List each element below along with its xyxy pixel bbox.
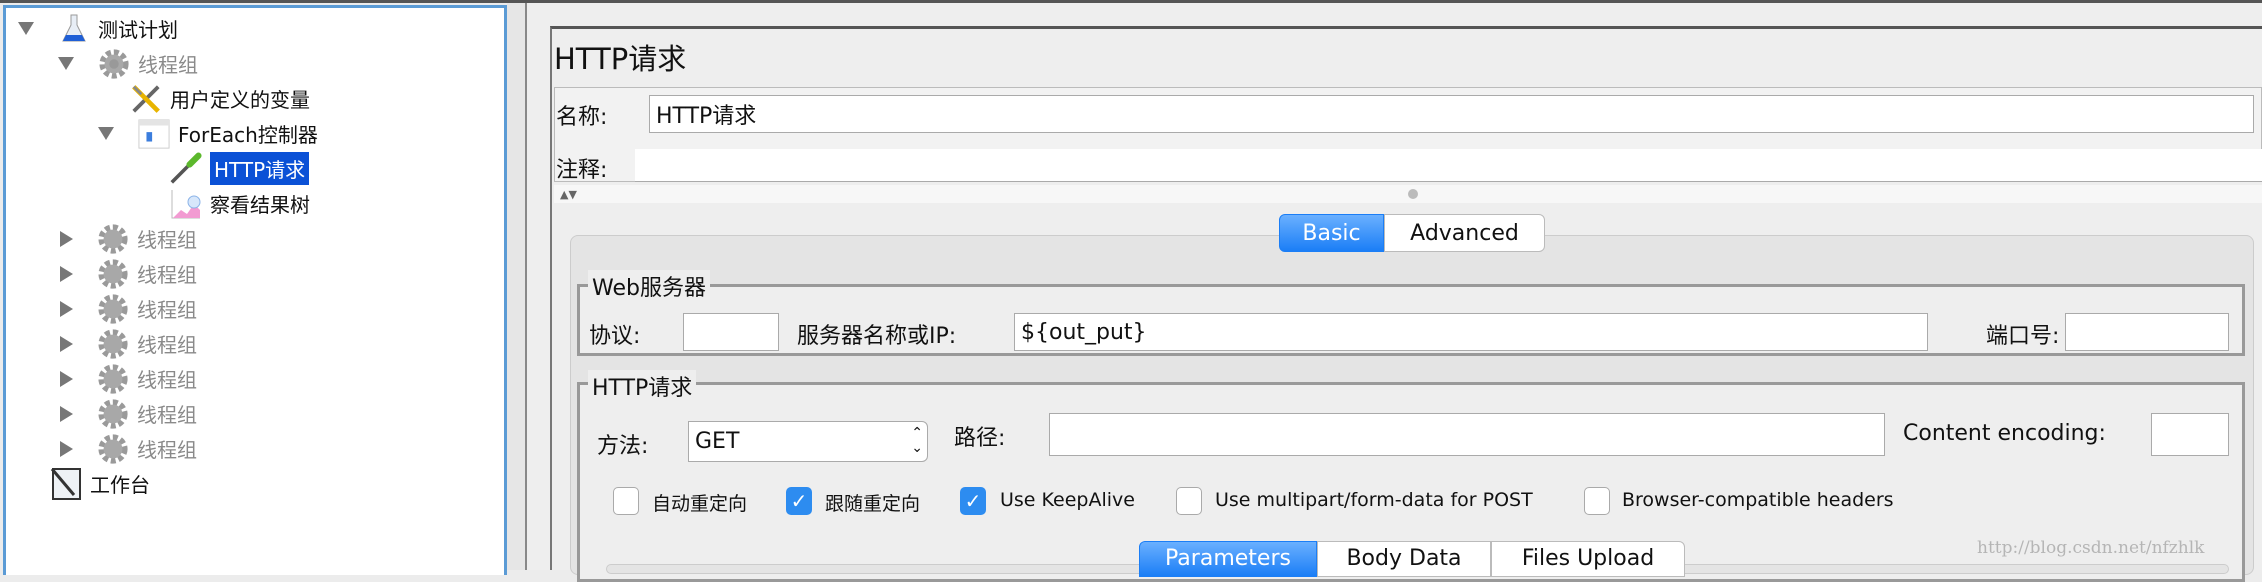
follow-redirects-label: 跟随重定向 — [825, 493, 921, 515]
method-value: GET — [695, 429, 740, 454]
keepalive-checkbox[interactable]: ✓ — [960, 487, 986, 515]
gear-icon — [97, 363, 129, 395]
split-divider[interactable] — [507, 3, 525, 570]
spinner-icon[interactable]: ⌃ ⌄ — [911, 426, 923, 456]
test-plan-tree[interactable]: 测试计划 线程组 用户定义的变量 ForEach控制器 HTTP请求 察看结果树… — [3, 5, 507, 575]
tab-files-upload[interactable]: Files Upload — [1491, 541, 1685, 577]
collapse-arrow-icon[interactable] — [60, 370, 73, 387]
watermark: http://blog.csdn.net/nfzhlk — [1977, 538, 2205, 558]
notepad-icon — [50, 467, 82, 500]
collapse-arrows-icon[interactable]: ▲▼ — [560, 188, 577, 201]
gear-icon — [97, 433, 129, 465]
tree-item-label: 察看结果树 — [210, 193, 310, 217]
tab-advanced[interactable]: Advanced — [1384, 214, 1545, 252]
expand-arrow-icon[interactable] — [18, 22, 34, 35]
browser-compatible-checkbox[interactable] — [1584, 487, 1610, 515]
browser-compatible-label: Browser-compatible headers — [1622, 489, 1894, 511]
auto-redirect-label: 自动重定向 — [652, 493, 748, 515]
content-encoding-input[interactable] — [2151, 413, 2229, 456]
tree-item-thread-group[interactable]: 线程组 — [58, 361, 197, 396]
tree-item-http-request[interactable]: HTTP请求 — [170, 151, 310, 186]
collapse-arrow-icon[interactable] — [60, 440, 73, 457]
tree-item-label: ForEach控制器 — [178, 123, 318, 147]
tree-item-label: 线程组 — [137, 298, 197, 322]
tree-item-thread-group[interactable]: 线程组 — [58, 46, 198, 81]
http-request-legend: HTTP请求 — [588, 370, 697, 402]
collapse-arrow-icon[interactable] — [60, 335, 73, 352]
gear-icon — [97, 258, 129, 290]
tree-item-label: 用户定义的变量 — [170, 88, 310, 112]
panel-title: HTTP请求 — [554, 42, 687, 76]
check-icon: ✓ — [964, 489, 982, 513]
tree-item-label: 线程组 — [137, 403, 197, 427]
tools-icon — [130, 83, 162, 115]
split-pane-bar[interactable]: ▲▼ — [554, 185, 2262, 203]
content-encoding-label: Content encoding: — [1903, 421, 2106, 446]
multipart-checkbox[interactable] — [1176, 487, 1202, 515]
name-label: 名称: — [556, 105, 608, 130]
tree-item-user-variables[interactable]: 用户定义的变量 — [130, 81, 310, 116]
tree-item-thread-group[interactable]: 线程组 — [58, 396, 197, 431]
server-name-input[interactable]: ${out_put} — [1014, 313, 1928, 351]
keepalive-label: Use KeepAlive — [1000, 489, 1135, 511]
collapse-arrow-icon[interactable] — [60, 265, 73, 282]
protocol-input[interactable] — [683, 313, 779, 351]
tab-body-data[interactable]: Body Data — [1317, 541, 1491, 577]
comment-label: 注释: — [556, 158, 608, 183]
tree-item-label: HTTP请求 — [210, 152, 310, 185]
collapse-arrow-icon[interactable] — [60, 300, 73, 317]
method-select[interactable]: GET ⌃ ⌄ — [688, 421, 928, 462]
multipart-label: Use multipart/form-data for POST — [1215, 489, 1533, 511]
expand-arrow-icon[interactable] — [98, 127, 114, 140]
gear-icon — [97, 328, 129, 360]
tree-item-label: 测试计划 — [98, 18, 178, 42]
tab-basic[interactable]: Basic — [1279, 214, 1384, 252]
tree-item-workbench[interactable]: 工作台 — [50, 466, 150, 501]
path-label: 路径: — [954, 426, 1006, 451]
tree-item-view-results-tree[interactable]: 察看结果树 — [170, 186, 310, 221]
tree-item-label: 线程组 — [137, 263, 197, 287]
protocol-label: 协议: — [589, 324, 641, 349]
tree-item-thread-group[interactable]: 线程组 — [58, 221, 197, 256]
server-name-label: 服务器名称或IP: — [797, 324, 957, 349]
gear-icon — [97, 223, 129, 255]
gear-icon — [98, 48, 130, 80]
comment-input[interactable] — [635, 149, 2262, 182]
split-handle-icon[interactable] — [1408, 189, 1418, 199]
auto-redirect-checkbox[interactable] — [613, 487, 639, 515]
tree-item-label: 线程组 — [137, 228, 197, 252]
port-input[interactable] — [2065, 313, 2229, 351]
gear-icon — [97, 293, 129, 325]
tree-item-thread-group[interactable]: 线程组 — [58, 291, 197, 326]
flask-icon — [58, 13, 90, 45]
check-icon: ✓ — [790, 489, 808, 513]
gear-icon — [97, 398, 129, 430]
collapse-arrow-icon[interactable] — [60, 405, 73, 422]
tree-item-label: 线程组 — [137, 438, 197, 462]
web-server-legend: Web服务器 — [588, 270, 710, 302]
follow-redirects-checkbox[interactable]: ✓ — [786, 487, 812, 515]
expand-arrow-icon[interactable] — [58, 57, 74, 70]
foreach-controller-icon — [138, 118, 170, 150]
tree-item-label: 线程组 — [137, 333, 197, 357]
tree-item-label: 线程组 — [137, 368, 197, 392]
port-label: 端口号: — [1986, 324, 2060, 349]
chart-icon — [170, 188, 202, 220]
tree-item-test-plan[interactable]: 测试计划 — [18, 11, 178, 46]
tree-item-label: 工作台 — [90, 473, 150, 497]
dropper-icon — [170, 152, 202, 185]
name-input[interactable]: HTTP请求 — [649, 95, 2254, 133]
path-input[interactable] — [1049, 413, 1885, 456]
method-label: 方法: — [597, 434, 649, 459]
tree-item-thread-group[interactable]: 线程组 — [58, 326, 197, 361]
tree-item-thread-group[interactable]: 线程组 — [58, 431, 197, 466]
tree-item-label: 线程组 — [138, 53, 198, 77]
collapse-arrow-icon[interactable] — [60, 230, 73, 247]
tab-parameters[interactable]: Parameters — [1139, 541, 1317, 577]
tree-item-foreach-controller[interactable]: ForEach控制器 — [98, 116, 318, 151]
tree-item-thread-group[interactable]: 线程组 — [58, 256, 197, 291]
